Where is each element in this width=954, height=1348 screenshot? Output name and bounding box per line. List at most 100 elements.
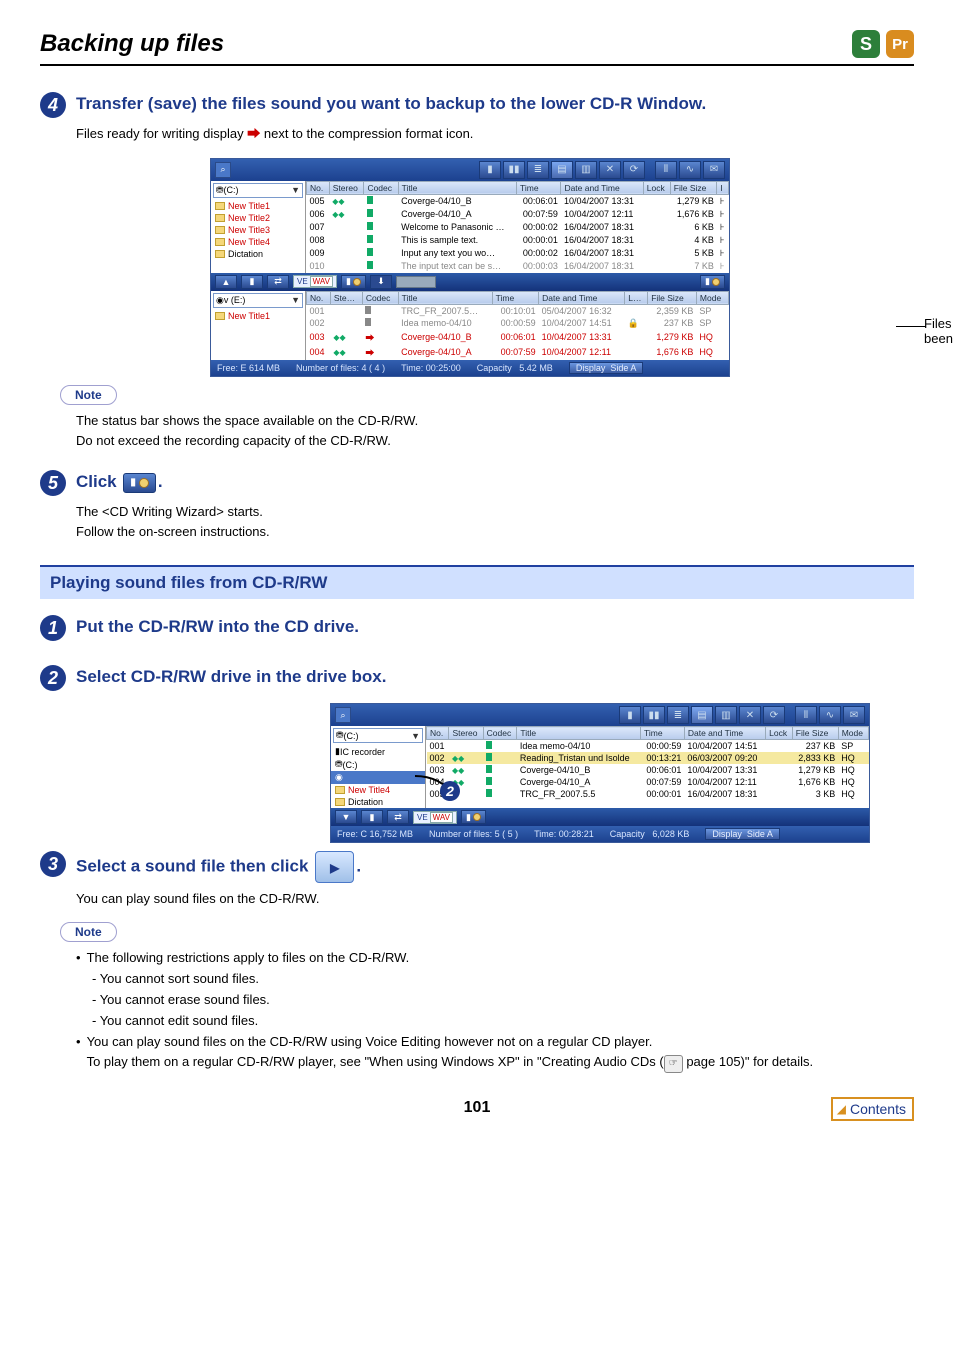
col-header[interactable]: I (717, 181, 729, 194)
table-row[interactable]: 007Welcome to Panasonic …00:00:0216/04/2… (307, 221, 729, 234)
burn-button[interactable]: ▮ (341, 275, 366, 289)
col-header[interactable]: Ste… (330, 291, 362, 304)
col-header[interactable]: Time (517, 181, 561, 194)
table-row[interactable]: 010The input text can be s…00:00:0316/04… (307, 260, 729, 273)
move-icon[interactable]: ⇄ (387, 810, 409, 824)
tb-copy-icon[interactable]: ▮▮ (643, 706, 665, 724)
col-header[interactable]: Time (641, 727, 685, 740)
lower-drive-select[interactable]: ◉ v (E:) ▼ (213, 293, 303, 308)
table-row[interactable]: 004◆◆Coverge-04/10_A00:07:5910/04/2007 1… (427, 776, 869, 788)
table-row[interactable]: 003◆◆Coverge-04/10_B00:06:0110/04/2007 1… (427, 764, 869, 776)
col-header[interactable]: Stereo (329, 181, 364, 194)
tb-copy-icon[interactable]: ▮▮ (503, 161, 525, 179)
col-header[interactable]: No. (307, 181, 330, 194)
pr-app-icon: Pr (886, 30, 914, 58)
col-header[interactable]: Title (398, 181, 516, 194)
table-row[interactable]: 001Idea memo-04/1000:00:5910/04/2007 14:… (427, 740, 869, 753)
col-header[interactable]: Mode (696, 291, 728, 304)
table-row[interactable]: 006◆◆Coverge-04/10_A00:07:5910/04/2007 1… (307, 208, 729, 221)
table-row[interactable]: 005◆◆Coverge-04/10_B00:06:0110/04/2007 1… (307, 194, 729, 208)
col-header[interactable]: Stereo (449, 727, 483, 740)
tb-split-icon[interactable]: ▥ (575, 161, 597, 179)
page-number: 101 (464, 1099, 491, 1116)
contents-button[interactable]: ◢ Contents (831, 1097, 914, 1121)
tree-label: New Title1 (228, 311, 270, 321)
folder-icon[interactable]: ▮ (241, 275, 263, 289)
table-row[interactable]: 002◆◆Reading_Tristan und Isolde00:13:210… (427, 752, 869, 764)
col-header[interactable]: Title (517, 727, 641, 740)
tb-close-icon[interactable]: ✕ (599, 161, 621, 179)
wav-tab-2[interactable]: VEWAV (413, 811, 457, 824)
col-header[interactable]: File Size (792, 727, 838, 740)
burn-disc-button[interactable]: ▮ (700, 275, 725, 289)
tb-refresh-icon[interactable]: ⟳ (763, 706, 785, 724)
tb-mail-icon[interactable]: ✉ (703, 161, 725, 179)
tree-item[interactable]: New Title2 (211, 212, 305, 224)
tb-wave-icon[interactable]: ∿ (819, 706, 841, 724)
tb-stack-icon[interactable]: ≣ (527, 161, 549, 179)
col-header[interactable]: L… (625, 291, 648, 304)
col-header[interactable]: Lock (766, 727, 793, 740)
tb-doc-icon[interactable]: ▮ (479, 161, 501, 179)
tb-wave-icon[interactable]: ∿ (679, 161, 701, 179)
tb-audio-icon[interactable]: ⦀ (795, 706, 817, 724)
tree-item[interactable]: Dictation (211, 248, 305, 260)
col-header[interactable]: File Size (648, 291, 697, 304)
tree-item[interactable]: New Title1 (211, 310, 305, 322)
search-icon[interactable]: ⌕ (335, 707, 351, 723)
move-icon[interactable]: ⇄ (267, 275, 289, 289)
tree-item[interactable]: New Title1 (211, 200, 305, 212)
col-header[interactable]: Time (492, 291, 538, 304)
tb-doc-icon[interactable]: ▮ (619, 706, 641, 724)
col-header[interactable]: Codec (362, 291, 398, 304)
down-arrow-icon[interactable]: ▼ (335, 810, 357, 824)
col-header[interactable]: Date and Time (561, 181, 643, 194)
col-header[interactable]: Codec (483, 727, 517, 740)
col-header[interactable]: Date and Time (684, 727, 765, 740)
hdd-icon: ⛃ (335, 759, 343, 770)
col-header[interactable]: Lock (643, 181, 670, 194)
status-bar-2: Free: C 16,752 MB Number of files: 5 ( 5… (331, 826, 869, 842)
tree-item[interactable]: Dictation (331, 796, 425, 808)
tb-split-icon[interactable]: ▥ (715, 706, 737, 724)
tree-item[interactable]: ▮ IC recorder (331, 745, 425, 758)
tb-audio-icon[interactable]: ⦀ (655, 161, 677, 179)
status-capacity: Capacity 5.42 MB (477, 363, 553, 373)
table-row[interactable]: 004◆◆⮕Coverge-04/10_A00:07:5910/04/2007 … (307, 345, 729, 360)
upper-drive-select[interactable]: ⛃ (C:) ▼ (213, 183, 303, 198)
tb-panel-icon[interactable]: ▤ (551, 161, 573, 179)
tree-item[interactable]: ⛃ (C:) (331, 758, 425, 771)
col-header[interactable]: Mode (838, 727, 868, 740)
table-row[interactable]: 003◆◆⮕Coverge-04/10_B00:06:0110/04/2007 … (307, 330, 729, 345)
up-arrow-icon[interactable]: ▲ (215, 275, 237, 289)
search-icon[interactable]: ⌕ (215, 162, 231, 178)
table-row[interactable]: 009Input any text you wo…00:00:0216/04/2… (307, 247, 729, 260)
status-display-btn-2[interactable]: Display Side A (705, 828, 780, 840)
col-header[interactable]: No. (307, 291, 331, 304)
tree-item[interactable]: New Title4 (331, 784, 425, 796)
down-split-icon[interactable]: ⬇ (370, 275, 392, 289)
tb-panel-icon[interactable]: ▤ (691, 706, 713, 724)
tb-close-icon[interactable]: ✕ (739, 706, 761, 724)
tree-item[interactable]: ◉ (331, 771, 425, 784)
col-header[interactable]: Codec (364, 181, 398, 194)
table-row[interactable]: 001TRC_FR_2007.5…00:10:0105/04/2007 16:3… (307, 304, 729, 317)
wav-tab[interactable]: VEWAV (293, 275, 337, 288)
col-header[interactable]: No. (427, 727, 449, 740)
folder-icon[interactable]: ▮ (361, 810, 383, 824)
table-row[interactable]: 002Idea memo-04/1000:00:5910/04/2007 14:… (307, 317, 729, 330)
table-row[interactable]: 008This is sample text.00:00:0116/04/200… (307, 234, 729, 247)
tree-item[interactable]: New Title4 (211, 236, 305, 248)
tb-mail-icon[interactable]: ✉ (843, 706, 865, 724)
col-header[interactable]: File Size (670, 181, 717, 194)
col-header[interactable]: Title (398, 291, 492, 304)
tb-refresh-icon[interactable]: ⟳ (623, 161, 645, 179)
table-row[interactable]: 005TRC_FR_2007.5.500:00:0116/04/2007 18:… (427, 788, 869, 800)
col-header[interactable]: Date and Time (539, 291, 625, 304)
status-display-btn[interactable]: Display Side A (569, 362, 644, 374)
burn-button-2[interactable]: ▮ (461, 810, 486, 824)
tb-stack-icon[interactable]: ≣ (667, 706, 689, 724)
drive-select-2[interactable]: ⛃ (C:) ▼ (333, 728, 423, 743)
tree-item[interactable]: New Title3 (211, 224, 305, 236)
folder-icon (215, 226, 225, 234)
